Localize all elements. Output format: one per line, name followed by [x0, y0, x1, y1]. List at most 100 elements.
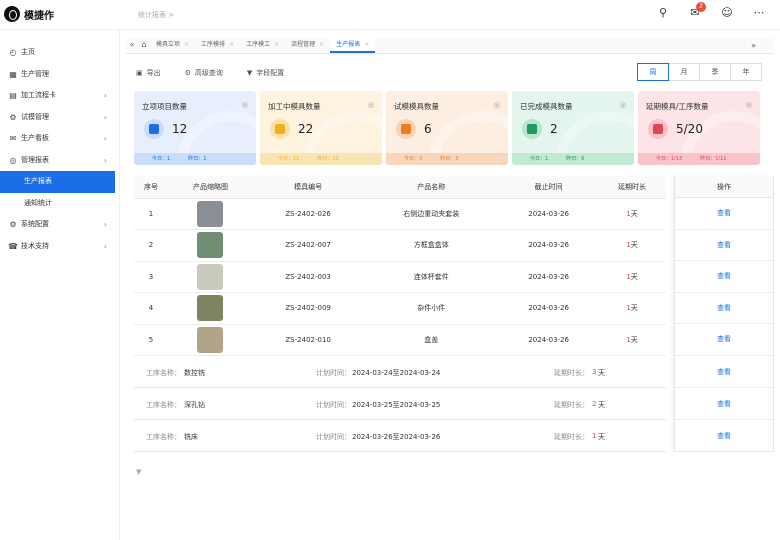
- refresh-icon[interactable]: ◎: [242, 101, 248, 109]
- home-tab-icon[interactable]: ⌂: [138, 37, 150, 53]
- process-row: 工序名称： 深孔钻 计划时间： 2024-03-25至2024-03-25 延期时长： 2…: [134, 388, 666, 420]
- refresh-icon[interactable]: ◎: [494, 101, 500, 109]
- stat-card[interactable]: 立项项目数量 ◎ 12 今日：1 昨日：1: [134, 91, 256, 165]
- tab-3[interactable]: 流程管理 ×: [285, 37, 330, 53]
- user-icon[interactable]: ☺: [720, 6, 734, 20]
- process-name: 深孔钻: [184, 401, 205, 409]
- table-row: 4 ZS-2402-009 杂件小件 2024-03-26 1天: [134, 292, 666, 325]
- plan-range: 2024-03-26至2024-03-26: [352, 433, 441, 441]
- notification-badge: 2: [696, 2, 706, 12]
- stat-card[interactable]: 延期模具/工序数量 ◎ 5/20 今日：1/13 昨日：1/11: [638, 91, 760, 165]
- mold-code: ZS-2402-007: [252, 229, 364, 262]
- column-header: 序号: [134, 176, 168, 199]
- sidebar-item-label: 生产报表: [24, 177, 52, 185]
- delay-label: 延期时长：: [554, 369, 589, 377]
- card-footer: 今日：1 昨日：6: [512, 153, 634, 165]
- plan-range: 2024-03-25至2024-03-25: [352, 401, 441, 409]
- thumbnail-cell: [167, 324, 253, 356]
- export-button[interactable]: ▣ 导出: [136, 68, 161, 78]
- search-icon[interactable]: ⚲: [656, 6, 670, 20]
- period-button[interactable]: 月: [668, 63, 700, 81]
- sidebar-item-1[interactable]: ▦ 生产管理: [0, 64, 119, 86]
- close-icon[interactable]: ×: [184, 37, 189, 53]
- card-icon: [522, 119, 542, 139]
- sidebar-item-5[interactable]: ◎ 管理报表 ›: [0, 150, 119, 172]
- stat-card[interactable]: 试模模具数量 ◎ 6 今日：3 昨日：3: [386, 91, 508, 165]
- tab-1[interactable]: 工序模排 ×: [195, 37, 240, 53]
- card-icon: [144, 119, 164, 139]
- more-icon[interactable]: ⋯: [752, 6, 766, 20]
- period-button[interactable]: 年: [730, 63, 762, 81]
- delay-cell: 1天: [598, 198, 666, 230]
- tab-0[interactable]: 模具立项 ×: [150, 37, 195, 53]
- period-button[interactable]: 季: [699, 63, 731, 81]
- close-icon[interactable]: ×: [229, 37, 234, 53]
- product-name: 右侧边重动夹套装: [363, 198, 500, 230]
- card-title: 已完成模具数量: [520, 102, 573, 111]
- product-thumbnail[interactable]: [197, 200, 224, 227]
- tab-scroll-left-icon[interactable]: «: [126, 37, 138, 53]
- process-name: 铣床: [184, 433, 198, 441]
- view-link[interactable]: 查看: [675, 324, 773, 356]
- sidebar-item-label: 技术支持: [21, 241, 49, 250]
- column-header: 截止时间: [499, 176, 599, 199]
- close-icon[interactable]: ×: [319, 37, 324, 53]
- column-header: 产品名称: [363, 176, 500, 199]
- view-link[interactable]: 查看: [675, 356, 773, 388]
- sidebar-item-label: 主页: [21, 48, 35, 56]
- sidebar-item-9[interactable]: ☎ 技术支持 ›: [0, 236, 119, 258]
- card-value: 2: [550, 122, 558, 136]
- product-thumbnail[interactable]: [197, 232, 224, 259]
- product-thumbnail[interactable]: [197, 263, 224, 290]
- mail-icon[interactable]: ✉ 2: [688, 2, 706, 20]
- view-link[interactable]: 查看: [675, 198, 773, 230]
- tab-4[interactable]: 生产报表 ×: [330, 37, 376, 53]
- chevron-right-icon: ›: [103, 91, 107, 100]
- refresh-icon[interactable]: ◎: [620, 101, 626, 109]
- close-icon[interactable]: ×: [364, 37, 369, 51]
- delay-value: 2: [592, 400, 597, 408]
- table-row: 5 ZS-2402-010 盒盖 2024-03-26 1天: [134, 324, 666, 356]
- sidebar-item-7[interactable]: 通知统计: [0, 193, 119, 215]
- refresh-icon[interactable]: ◎: [368, 101, 374, 109]
- view-link[interactable]: 查看: [675, 230, 773, 261]
- tab-scroll-right-icon[interactable]: »: [751, 38, 756, 54]
- product-thumbnail[interactable]: [197, 326, 224, 353]
- plan-label: 计划时间：: [316, 369, 351, 377]
- sidebar-item-8[interactable]: ⚙ 系统配置 ›: [0, 214, 119, 236]
- product-thumbnail[interactable]: [197, 295, 224, 322]
- sidebar-item-4[interactable]: ✉ 生产看板 ›: [0, 128, 119, 150]
- period-button[interactable]: 周: [637, 63, 669, 81]
- expand-more-icon[interactable]: ▼: [136, 468, 141, 476]
- card-yesterday: 昨日：12: [317, 156, 339, 162]
- delay-value: 1: [592, 432, 597, 440]
- sidebar-item-3[interactable]: ⚙ 试模管理 ›: [0, 107, 119, 129]
- sidebar: ◴ 主页 ▦ 生产管理 ▤ 加工流程卡 › ⚙ 试模管理 › ✉ 生产看板 › ◎ 管理报表 › 生产报表通知统…: [0, 30, 120, 540]
- stat-card[interactable]: 加工中模具数量 ◎ 22 今日：11 昨日：12: [260, 91, 382, 165]
- close-icon[interactable]: ×: [274, 37, 279, 53]
- card-value: 22: [298, 122, 314, 136]
- tab-label: 模具立项: [156, 41, 181, 48]
- card-footer: 今日：3 昨日：3: [386, 153, 508, 165]
- view-link[interactable]: 查看: [675, 261, 773, 293]
- refresh-icon[interactable]: ◎: [746, 101, 752, 109]
- field-config-button[interactable]: ▼ 字段配置: [247, 68, 284, 78]
- delay-unit: 天: [630, 241, 638, 250]
- main-content: « ⌂ 模具立项 × 工序模排 × 工序模工 × 流程管理 × 生产报表 ×» ▣ 导出 ⚙ 高级查询…: [126, 37, 774, 540]
- stat-card[interactable]: 已完成模具数量 ◎ 2 今日：1 昨日：6: [512, 91, 634, 165]
- sidebar-item-0[interactable]: ◴ 主页: [0, 42, 119, 64]
- tab-bar: « ⌂ 模具立项 × 工序模排 × 工序模工 × 流程管理 × 生产报表 ×»: [126, 37, 774, 54]
- sidebar-item-6[interactable]: 生产报表: [0, 171, 115, 193]
- card-icon: [270, 119, 290, 139]
- view-link[interactable]: 查看: [675, 388, 773, 420]
- filter-icon: ⚙: [184, 69, 191, 77]
- breadcrumb[interactable]: 统计报表 >: [138, 10, 174, 20]
- view-link[interactable]: 查看: [675, 293, 773, 324]
- view-link[interactable]: 查看: [675, 420, 773, 452]
- sidebar-item-2[interactable]: ▤ 加工流程卡 ›: [0, 85, 119, 107]
- tab-2[interactable]: 工序模工 ×: [240, 37, 285, 53]
- advanced-search-button[interactable]: ⚙ 高级查询: [185, 68, 223, 78]
- card-value: 6: [424, 122, 432, 136]
- sidebar-item-label: 生产管理: [21, 69, 49, 78]
- support-icon: ☎: [8, 241, 18, 251]
